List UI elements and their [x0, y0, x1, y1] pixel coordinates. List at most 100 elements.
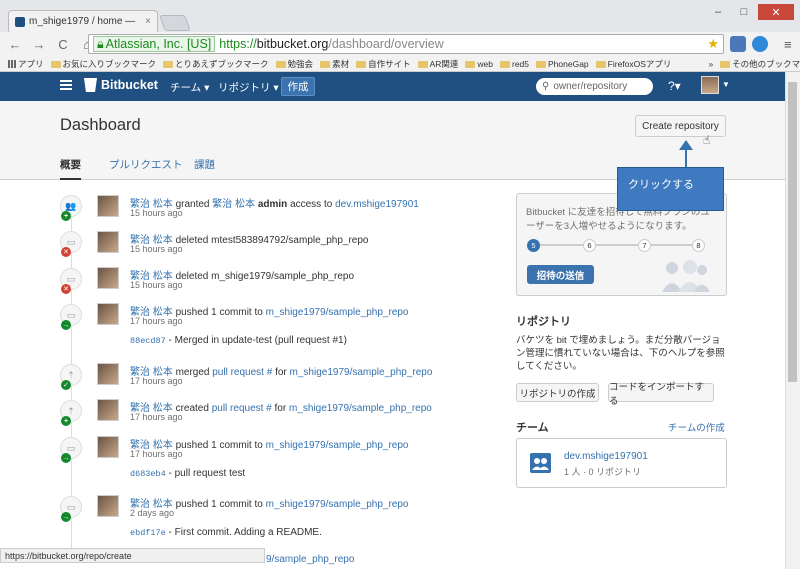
event-time: 15 hours ago: [130, 280, 183, 290]
repo-link[interactable]: m_shige1979/sample_php_repo: [289, 403, 432, 414]
ev-badge: 🔒︎ Atlassian, Inc. [US]: [93, 36, 216, 52]
reload-icon[interactable]: C: [54, 35, 72, 53]
bookmark-item[interactable]: 自作サイト: [356, 58, 411, 70]
browser-menu-icon[interactable]: ≡: [784, 37, 792, 52]
tab-close-icon[interactable]: ×: [145, 16, 151, 27]
avatar[interactable]: [97, 195, 119, 217]
logo-text: Bitbucket: [101, 78, 158, 92]
other-bookmarks[interactable]: その他のブックマーク: [720, 58, 800, 70]
tab-pull-requests[interactable]: プルリクエスト: [109, 157, 183, 172]
maximize-icon[interactable]: □: [732, 4, 756, 20]
help-icon[interactable]: ?▾: [668, 79, 681, 93]
forward-icon[interactable]: →: [30, 35, 48, 53]
event-time: 15 hours ago: [130, 208, 183, 218]
bookmark-item[interactable]: AR関連: [417, 58, 458, 70]
bookmark-item[interactable]: FirefoxOSアプリ: [595, 58, 671, 70]
commit-message: - pull request test: [168, 468, 246, 479]
bookmark-item[interactable]: PhoneGap: [536, 59, 589, 69]
event-bold: admin: [257, 199, 288, 210]
bookmark-star-icon[interactable]: ★: [707, 36, 719, 52]
folder-icon: [356, 60, 367, 68]
plus-icon: +: [61, 211, 71, 221]
repo-link[interactable]: m_shige1979/sample_php_repo: [266, 307, 409, 318]
team-link[interactable]: dev.mshige197901: [335, 199, 419, 210]
commit-hash[interactable]: 88ecd87: [130, 336, 166, 346]
repo-link[interactable]: m_shige1979/sample_php_repo: [266, 440, 409, 451]
create-repository-side-button[interactable]: リポジトリの作成: [516, 383, 599, 402]
scrollbar-thumb[interactable]: [788, 82, 797, 382]
progress-line: [533, 244, 703, 246]
event-verb: pushed 1 commit to: [175, 440, 263, 451]
bookmarks-overflow[interactable]: »: [708, 59, 713, 69]
import-code-button[interactable]: コードをインポートする: [608, 382, 714, 407]
new-tab-button[interactable]: [159, 15, 191, 31]
apps-icon: [8, 60, 16, 68]
repo-link[interactable]: 9/sample_php_repo: [266, 554, 354, 565]
avatar[interactable]: [97, 399, 119, 421]
folder-icon: [50, 60, 61, 68]
avatar[interactable]: [97, 436, 119, 458]
ev-badge-text: Atlassian, Inc. [US]: [105, 37, 212, 51]
team-link[interactable]: dev.mshige197901: [564, 451, 648, 462]
commit-hash[interactable]: ebdf17e: [130, 528, 166, 538]
bookmark-item[interactable]: アプリ: [8, 58, 44, 70]
bookmark-item[interactable]: web: [465, 59, 493, 69]
repo-link[interactable]: m_shige1979/sample_php_repo: [266, 499, 409, 510]
avatar[interactable]: [97, 267, 119, 289]
avatar[interactable]: [97, 303, 119, 325]
bookmark-item[interactable]: とりあえずブックマーク: [163, 58, 269, 70]
bookmark-label: red5: [512, 59, 530, 69]
close-window-icon[interactable]: ✕: [758, 4, 794, 20]
commit-hash[interactable]: d683eb4: [130, 469, 166, 479]
annotation-callout: クリックする: [617, 167, 724, 211]
create-team-link[interactable]: チームの作成: [668, 420, 725, 434]
bookmark-item[interactable]: 勉強会: [275, 58, 314, 70]
bucket-icon: [84, 78, 97, 92]
team-meta: 1 人 · 0 リポジトリ: [564, 467, 642, 477]
bookmark-item[interactable]: red5: [500, 59, 529, 69]
cloud-extension-icon[interactable]: [752, 36, 768, 52]
avatar[interactable]: [97, 231, 119, 253]
event-mid: access to: [290, 199, 333, 210]
event-time: 17 hours ago: [130, 412, 183, 422]
back-icon[interactable]: ←: [6, 35, 24, 53]
chevron-down-icon[interactable]: ▼: [722, 80, 730, 89]
delete-icon: ✕: [61, 247, 71, 257]
nav-team[interactable]: チーム ▾: [170, 80, 209, 95]
repo-link[interactable]: m_shige1979/sample_php_repo: [290, 367, 433, 378]
bitbucket-logo[interactable]: Bitbucket: [84, 78, 158, 92]
url-host: bitbucket.org: [256, 37, 329, 51]
bookmark-item[interactable]: お気に入りブックマーク: [50, 58, 156, 70]
search-input[interactable]: ⚲ owner/repository: [536, 78, 653, 95]
user-link[interactable]: 繁治 松本: [212, 199, 255, 210]
nav-repository[interactable]: リポジトリ ▾: [218, 80, 279, 95]
bookmark-label: アプリ: [18, 59, 44, 69]
avatar[interactable]: [701, 76, 719, 94]
address-bar[interactable]: 🔒︎ Atlassian, Inc. [US] https:// bitbucke…: [88, 34, 724, 54]
create-repository-button[interactable]: Create repository: [635, 115, 726, 137]
event-time: 17 hours ago: [130, 316, 183, 326]
event-verb: deleted mtest583894792/sample_php_repo: [175, 235, 369, 246]
page-title: Dashboard: [60, 116, 141, 134]
tab-issues[interactable]: 課題: [194, 157, 215, 172]
browser-tab[interactable]: m_shige1979 / home — ×: [8, 10, 158, 32]
bookmark-label: 勉強会: [287, 59, 314, 69]
menu-icon[interactable]: [60, 80, 72, 90]
extension-icon[interactable]: [730, 36, 746, 52]
pull-request-link[interactable]: pull request #: [212, 403, 272, 414]
url-scheme: https://: [219, 37, 257, 51]
minimize-icon[interactable]: –: [706, 4, 730, 20]
event-time: 15 hours ago: [130, 244, 183, 254]
pull-request-link[interactable]: pull request #: [212, 367, 272, 378]
bookmark-item[interactable]: 素材: [320, 58, 349, 70]
folder-icon: [163, 60, 174, 68]
send-invite-button[interactable]: 招待の送信: [527, 265, 594, 284]
avatar[interactable]: [97, 495, 119, 517]
folder-icon: [536, 60, 547, 68]
avatar[interactable]: [97, 363, 119, 385]
window-controls: – □ ✕: [706, 4, 794, 20]
header-create-button[interactable]: 作成: [281, 77, 315, 96]
bitbucket-favicon-icon: [15, 16, 25, 27]
bookmark-label: とりあえずブックマーク: [175, 59, 269, 69]
tab-overview[interactable]: 概要: [60, 157, 81, 180]
